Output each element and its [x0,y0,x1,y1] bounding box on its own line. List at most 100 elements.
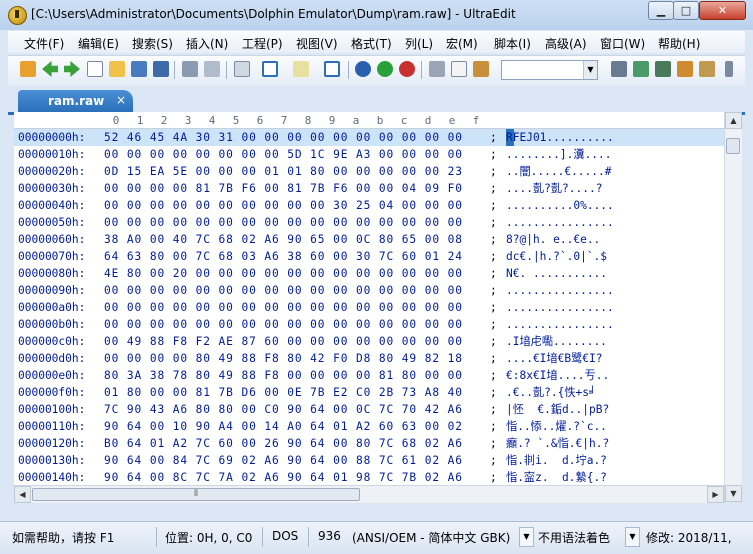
hex-row-address[interactable]: 00000130h: [18,452,85,469]
bookmark-icon[interactable] [677,61,693,77]
hex-row-address[interactable]: 00000070h: [18,248,85,265]
hex-row[interactable]: 00000120h: B0 64 01 A2 7C 60 00 26 90 64 … [14,435,724,452]
minimize-button[interactable]: ▁ [648,1,674,20]
status-codepage[interactable]: (ANSI/OEM - 简体中文 GBK) [352,529,510,546]
hex-row[interactable]: 00000100h: 7C 90 43 A6 80 80 00 C0 90 64 … [14,401,724,418]
hex-row-address[interactable]: 00000060h: [18,231,85,248]
hex-row[interactable]: 00000040h: 00 00 00 00 00 00 00 00 00 00 … [14,197,724,214]
paste-icon[interactable] [473,61,489,77]
hex-row-ascii[interactable]: €:8x€I堷....亐.. [506,367,609,384]
back-icon[interactable] [42,61,58,77]
hex-row-address[interactable]: 000000d0h: [18,350,85,367]
hex-row-address[interactable]: 000000f0h: [18,384,85,401]
menu-search[interactable]: 搜索(S) [132,35,173,52]
hex-row-bytes[interactable]: 00 49 88 F8 F2 AE 87 60 00 00 00 00 00 0… [104,333,463,350]
hex-row[interactable]: 00000140h: 90 64 00 8C 7C 7A 02 A6 90 64 … [14,469,724,485]
open-folder-icon[interactable] [109,61,125,77]
menu-project[interactable]: 工程(P) [242,35,283,52]
toolbar-overflow-icon[interactable] [725,61,733,77]
hex-row[interactable]: 00000020h: 0D 15 EA 5E 00 00 00 01 01 80 … [14,163,724,180]
hex-row-ascii[interactable]: ................ [506,299,614,316]
hex-row-bytes[interactable]: 90 64 00 8C 7C 7A 02 A6 90 64 01 98 7C 7… [104,469,463,485]
status-syntax-highlight[interactable]: 不用语法着色 [538,529,610,546]
hex-row[interactable]: 00000110h: 90 64 00 10 90 A4 00 14 A0 64 … [14,418,724,435]
hex-row-address[interactable]: 00000090h: [18,282,85,299]
hex-row[interactable]: 000000c0h: 00 49 88 F8 F2 AE 87 60 00 00 … [14,333,724,350]
hex-row-bytes[interactable]: 00 00 00 00 00 00 00 00 00 00 00 00 00 0… [104,282,463,299]
ftp-icon[interactable] [355,61,371,77]
hex-row-address[interactable]: 00000000h: [18,129,85,146]
hex-row-bytes[interactable]: 52 46 45 4A 30 31 00 00 00 00 00 00 00 0… [104,129,463,146]
properties-icon[interactable] [234,61,250,77]
hex-row-ascii[interactable]: ....亄?亄?....? [506,180,602,197]
menu-advanced[interactable]: 高级(A) [545,35,587,52]
hex-row-ascii[interactable]: ........].瀵.... [506,146,611,163]
hex-editor[interactable]: 0 1 2 3 4 5 6 7 8 9 a b c d e f 00000000… [14,112,724,485]
vertical-scrollbar[interactable]: ▲ ▼ [724,112,742,502]
menu-window[interactable]: 窗口(W) [600,35,645,52]
menu-help[interactable]: 帮助(H) [658,35,700,52]
new-file-icon[interactable] [87,61,103,77]
word-wrap-icon[interactable] [324,61,340,77]
hex-row-bytes[interactable]: 00 00 00 00 00 00 00 00 00 00 30 25 04 0… [104,197,463,214]
scroll-down-icon[interactable]: ▼ [725,485,742,502]
hex-row-bytes[interactable]: 00 00 00 00 00 00 00 00 00 00 00 00 00 0… [104,316,463,333]
hex-row-address[interactable]: 000000c0h: [18,333,85,350]
hex-row[interactable]: 00000000h: 52 46 45 4A 30 31 00 00 00 00 … [14,129,724,146]
hex-row-bytes[interactable]: 00 00 00 00 00 00 00 00 00 00 00 00 00 0… [104,299,463,316]
hex-row[interactable]: 00000090h: 00 00 00 00 00 00 00 00 00 00 … [14,282,724,299]
highlight-dropdown-icon[interactable]: ▼ [625,527,640,547]
horizontal-scroll-thumb[interactable]: ⦀ [32,488,360,501]
tab-close-icon[interactable]: × [116,93,126,107]
hex-row-ascii[interactable]: .I堷虍嚸........ [506,333,607,350]
hex-row-ascii[interactable]: 恉.剕i. d.坾a.? [506,452,607,469]
horizontal-scrollbar[interactable]: ◀ ⦀ ▶ [14,485,724,503]
hex-row-bytes[interactable]: 00 00 00 00 00 00 00 00 00 00 00 00 00 0… [104,214,463,231]
cut-icon[interactable] [429,61,445,77]
hex-row[interactable]: 000000b0h: 00 00 00 00 00 00 00 00 00 00 … [14,316,724,333]
codepage-dropdown-icon[interactable]: ▼ [519,527,534,547]
hex-row-bytes[interactable]: 0D 15 EA 5E 00 00 00 01 01 80 00 00 00 0… [104,163,463,180]
print-icon[interactable] [182,61,198,77]
hex-row-address[interactable]: 00000010h: [18,146,85,163]
macro-icon[interactable] [655,61,671,77]
vertical-scroll-thumb[interactable] [726,138,740,154]
hex-row-address[interactable]: 00000080h: [18,265,85,282]
hex-row-address[interactable]: 000000e0h: [18,367,85,384]
hex-row-ascii[interactable]: ....€I堷€B鹭€I? [506,350,602,367]
scroll-left-icon[interactable]: ◀ [14,486,31,503]
hex-row-bytes[interactable]: 01 80 00 00 81 7B D6 00 0E 7B E2 C0 2B 7… [104,384,463,401]
save-all-icon[interactable] [153,61,169,77]
close-window-button[interactable]: ✕ [699,1,746,20]
hex-row[interactable]: 000000d0h: 00 00 00 00 80 49 88 F8 80 42 … [14,350,724,367]
menu-insert[interactable]: 插入(N) [186,35,228,52]
hex-row-bytes[interactable]: B0 64 01 A2 7C 60 00 26 90 64 00 80 7C 6… [104,435,463,452]
hex-row-bytes[interactable]: 64 63 80 00 7C 68 03 A6 38 60 00 30 7C 6… [104,248,463,265]
hex-mode-icon[interactable] [262,61,278,77]
hex-row-address[interactable]: 00000040h: [18,197,85,214]
hex-row-ascii[interactable]: 8?@|h. e..€e.. [506,231,600,248]
hex-row-address[interactable]: 00000100h: [18,401,85,418]
menu-column[interactable]: 列(L) [405,35,433,52]
scroll-up-icon[interactable]: ▲ [725,112,742,129]
hex-row-ascii[interactable]: N€. ........... [506,265,607,282]
hex-row[interactable]: 00000030h: 00 00 00 00 81 7B F6 00 81 7B … [14,180,724,197]
hex-row-address[interactable]: 00000110h: [18,418,85,435]
maximize-button[interactable]: □ [673,1,699,20]
scroll-right-icon[interactable]: ▶ [707,486,724,503]
hex-row-ascii[interactable]: ..闇.....€.....# [506,163,611,180]
hex-row-address[interactable]: 000000a0h: [18,299,85,316]
hex-row-address[interactable]: 00000050h: [18,214,85,231]
hex-row-ascii[interactable]: |怌 €.銗d..|pB? [506,401,609,418]
hex-row-ascii[interactable]: ..........0%.... [506,197,614,214]
hex-row-address[interactable]: 00000140h: [18,469,85,485]
hex-row[interactable]: 00000050h: 00 00 00 00 00 00 00 00 00 00 … [14,214,724,231]
column-mode-icon[interactable] [293,61,309,77]
hex-row[interactable]: 00000060h: 38 A0 00 40 7C 68 02 A6 90 65 … [14,231,724,248]
list-icon[interactable] [699,61,715,77]
menu-file[interactable]: 文件(F) [24,35,64,52]
copy-icon[interactable] [451,61,467,77]
menu-view[interactable]: 视图(V) [296,35,338,52]
hex-row[interactable]: 000000a0h: 00 00 00 00 00 00 00 00 00 00 … [14,299,724,316]
save-icon[interactable] [131,61,147,77]
